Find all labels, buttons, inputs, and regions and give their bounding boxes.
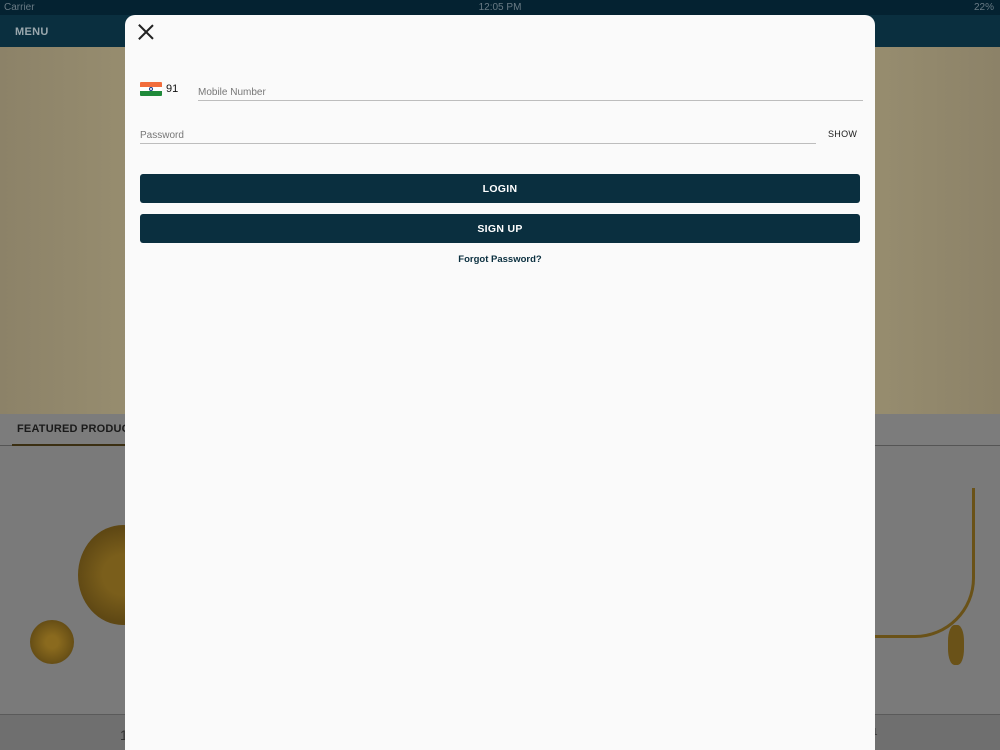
password-input[interactable]	[140, 130, 816, 141]
password-field	[140, 125, 816, 144]
menu-button[interactable]: MENU	[15, 26, 49, 38]
product-image-earring	[30, 620, 74, 664]
product-image-necklace	[875, 488, 975, 638]
mobile-number-field	[198, 82, 863, 101]
country-code: 91	[166, 83, 179, 95]
battery-label: 22%	[973, 2, 994, 13]
status-time: 12:05 PM	[478, 2, 522, 13]
status-bar: Carrier 12:05 PM 22%	[0, 0, 1000, 15]
india-flag-icon	[140, 82, 162, 96]
signup-button[interactable]: SIGN UP	[140, 214, 860, 243]
login-modal: 91 SHOW LOGIN SIGN UP Forgot Password?	[125, 15, 875, 750]
show-password-button[interactable]: SHOW	[828, 129, 857, 139]
forgot-password-link[interactable]: Forgot Password?	[125, 254, 875, 265]
mobile-number-input[interactable]	[198, 87, 863, 98]
login-button[interactable]: LOGIN	[140, 174, 860, 203]
close-icon[interactable]	[137, 23, 155, 41]
country-code-picker[interactable]: 91	[140, 81, 178, 97]
product-image-drop	[948, 625, 964, 665]
